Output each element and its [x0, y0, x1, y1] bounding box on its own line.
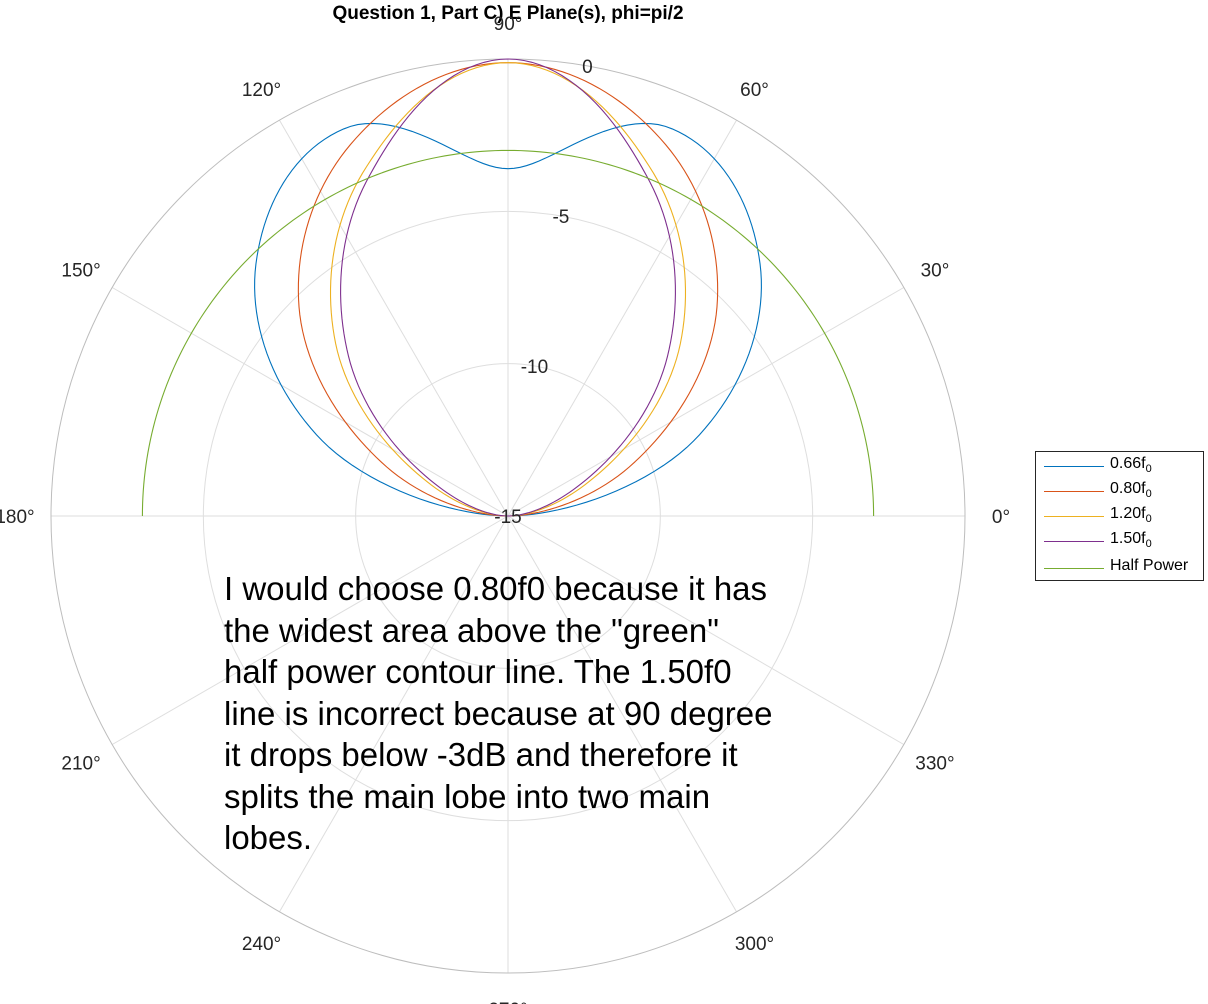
legend-swatch-4 [1044, 568, 1104, 569]
angle-tick-label-11: 330° [915, 754, 954, 775]
radius-tick-label-2: -5 [552, 207, 569, 228]
radius-tick-label-1: -10 [521, 357, 548, 378]
grid-spoke-2 [507, 119, 737, 517]
angle-tick-label-6: 180° [0, 507, 35, 528]
legend-item-3: 1.50f0 [1036, 529, 1203, 553]
angle-tick-label-0: 0° [992, 507, 1010, 528]
angle-tick-label-7: 210° [61, 754, 100, 775]
legend-swatch-2 [1044, 516, 1104, 517]
angle-tick-label-10: 300° [735, 934, 774, 955]
annotation-line-3: line is incorrect because at 90 degree [224, 694, 773, 732]
grid-spoke-4 [279, 119, 509, 517]
legend-label-1: 0.80f0 [1110, 480, 1152, 501]
legend-label-0: 0.66f0 [1110, 455, 1152, 476]
grid-spoke-5 [111, 287, 509, 517]
legend-swatch-0 [1044, 466, 1104, 467]
radius-tick-label-0: -15 [494, 507, 521, 528]
angle-tick-label-4: 120° [242, 80, 281, 101]
annotation-line-0: I would choose 0.80f0 because it has [224, 570, 768, 607]
legend-item-4: Half Power [1036, 556, 1203, 580]
legend-swatch-1 [1044, 491, 1104, 492]
grid-spoke-1 [507, 287, 905, 517]
annotation-text: I would choose 0.80f0 because it has the… [224, 568, 884, 859]
angle-tick-label-9: 270° [488, 1000, 527, 1004]
annotation-line-5: splits the main lobe into two main [224, 777, 711, 815]
legend-label-4: Half Power [1110, 557, 1189, 574]
angle-tick-label-8: 240° [242, 934, 281, 955]
legend-item-0: 0.66f0 [1036, 454, 1203, 478]
annotation-line-1: the widest area above the "green" [224, 611, 719, 649]
annotation-line-6: lobes. [224, 819, 313, 856]
legend-label-2: 1.20f0 [1110, 505, 1152, 526]
radius-tick-labels: -15 -10 -5 0 [494, 57, 592, 528]
angle-tick-label-3: 90° [494, 14, 523, 35]
annotation-line-2: half power contour line. The 1.50f0 [224, 653, 732, 690]
annotation-line-4: it drops below -3dB and therefore it [224, 736, 738, 773]
angle-tick-label-1: 30° [921, 261, 950, 282]
legend-item-2: 1.20f0 [1036, 504, 1203, 528]
radius-tick-label-3: 0 [582, 57, 593, 78]
legend-item-1: 0.80f0 [1036, 479, 1203, 503]
angle-tick-label-2: 60° [740, 80, 769, 101]
legend-label-3: 1.50f0 [1110, 530, 1152, 551]
angle-tick-label-5: 150° [61, 261, 100, 282]
legend-swatch-3 [1044, 541, 1104, 542]
legend: 0.66f0 0.80f0 1.20f0 1.50f0 Half Power [1035, 451, 1204, 581]
